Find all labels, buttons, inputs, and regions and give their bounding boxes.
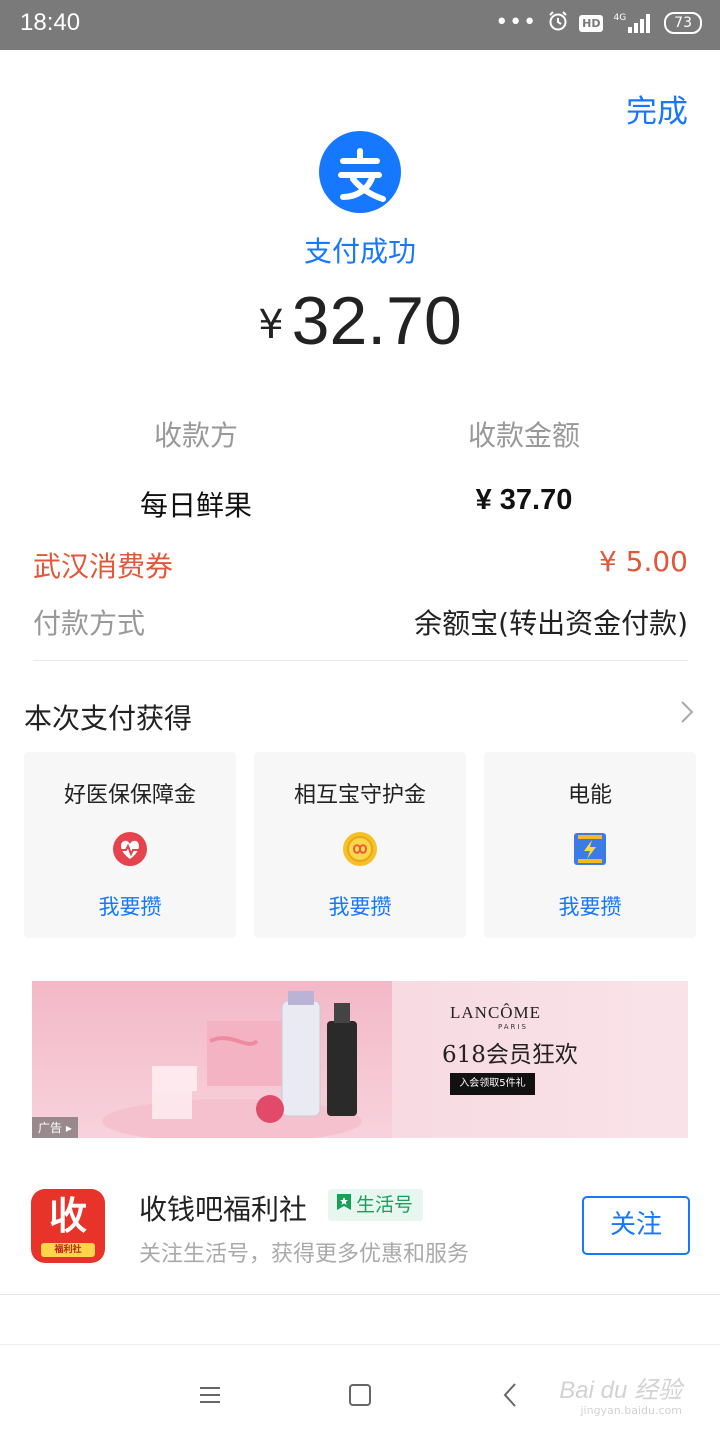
- life-account-badge-label: 生活号: [356, 1194, 414, 1216]
- life-account-name[interactable]: 收钱吧福利社: [139, 1188, 307, 1228]
- life-account-badge: 生活号: [328, 1189, 424, 1221]
- menu-icon[interactable]: [190, 1375, 230, 1415]
- more-dots-icon: •••: [495, 10, 538, 35]
- ad-brand-sub: PARIS: [498, 1023, 528, 1031]
- amount-value: 32.70: [291, 283, 462, 359]
- bookmark-star-icon: [336, 1189, 352, 1221]
- reward-card-name: 好医保保障金: [63, 783, 196, 808]
- battery-bolt-icon: [570, 829, 610, 869]
- alarm-icon: [547, 10, 569, 36]
- heart-pulse-icon: [110, 829, 150, 869]
- payment-amount: ¥32.70: [0, 282, 720, 360]
- coupon-label: 武汉消费券: [33, 550, 174, 583]
- receipt-amount-value: ¥ 37.70: [475, 484, 573, 516]
- logo-main-text: 收: [48, 1194, 87, 1238]
- done-button[interactable]: 完成: [626, 86, 688, 131]
- section-divider: [33, 660, 688, 661]
- reward-card-energy[interactable]: 电能 我要攒: [484, 752, 696, 938]
- coupon-value: ¥ 5.00: [598, 545, 688, 578]
- ad-tag: 广告 ▸: [32, 1117, 78, 1138]
- signal-icon: 4G: [613, 13, 654, 33]
- payee-label: 收款方: [153, 419, 238, 452]
- payment-method-row: 付款方式 余额宝(转出资金付款): [33, 602, 688, 642]
- reward-card-insurance[interactable]: 好医保保障金 我要攒: [24, 752, 236, 938]
- status-bar: 18:40 ••• HD 4G 73: [0, 0, 720, 50]
- life-account-description: 关注生活号，获得更多优惠和服务: [139, 1242, 470, 1267]
- status-icons: ••• HD 4G 73: [495, 10, 702, 36]
- hd-icon: HD: [579, 14, 604, 32]
- receipt-amount-label: 收款金额: [467, 419, 580, 452]
- reward-card-cta[interactable]: 我要攒: [254, 891, 466, 921]
- ad-tag-label: 广告: [38, 1121, 63, 1135]
- reward-card-cta[interactable]: 我要攒: [24, 891, 236, 921]
- coin-icon: [340, 829, 380, 869]
- ad-headline: 618会员狂欢: [442, 1042, 578, 1068]
- status-time: 18:40: [20, 9, 81, 36]
- bottom-divider: [0, 1294, 720, 1295]
- follow-button[interactable]: 关注: [582, 1196, 690, 1255]
- coupon-row: 武汉消费券 ¥ 5.00: [33, 545, 688, 585]
- ad-product-image: [32, 981, 392, 1138]
- payment-method-label: 付款方式: [33, 607, 146, 640]
- reward-card-name: 相互宝守护金: [293, 783, 426, 808]
- reward-card-mutual[interactable]: 相互宝守护金 我要攒: [254, 752, 466, 938]
- currency-symbol: ¥: [258, 302, 284, 348]
- watermark: Bai du 经验: [559, 1377, 682, 1404]
- home-icon[interactable]: [340, 1375, 380, 1415]
- ad-banner[interactable]: LANCÔME PARIS 618会员狂欢 入会领取5件礼 广告 ▸: [32, 981, 688, 1138]
- chevron-right-icon[interactable]: [680, 700, 694, 731]
- watermark-url: jingyan.baidu.com: [580, 1404, 682, 1417]
- alipay-logo-icon: [319, 131, 401, 213]
- life-account-logo[interactable]: 收 福利社: [31, 1189, 105, 1263]
- rewards-title[interactable]: 本次支付获得: [24, 697, 192, 737]
- ad-brand: LANCÔME: [450, 1003, 542, 1022]
- battery-icon: 73: [664, 12, 702, 34]
- payee-info: 收款方 每日鲜果: [46, 414, 346, 524]
- back-icon[interactable]: [490, 1375, 530, 1415]
- payment-method-value: 余额宝(转出资金付款): [414, 607, 688, 640]
- reward-card-cta[interactable]: 我要攒: [484, 891, 696, 921]
- payee-value: 每日鲜果: [139, 489, 252, 522]
- network-type: 4G: [613, 13, 627, 23]
- logo-sub-text: 福利社: [41, 1243, 95, 1257]
- reward-card-name: 电能: [567, 783, 612, 808]
- ad-cta: 入会领取5件礼: [450, 1073, 535, 1095]
- receipt-amount-info: 收款金额 ¥ 37.70: [374, 414, 674, 517]
- payment-status: 支付成功: [303, 235, 416, 268]
